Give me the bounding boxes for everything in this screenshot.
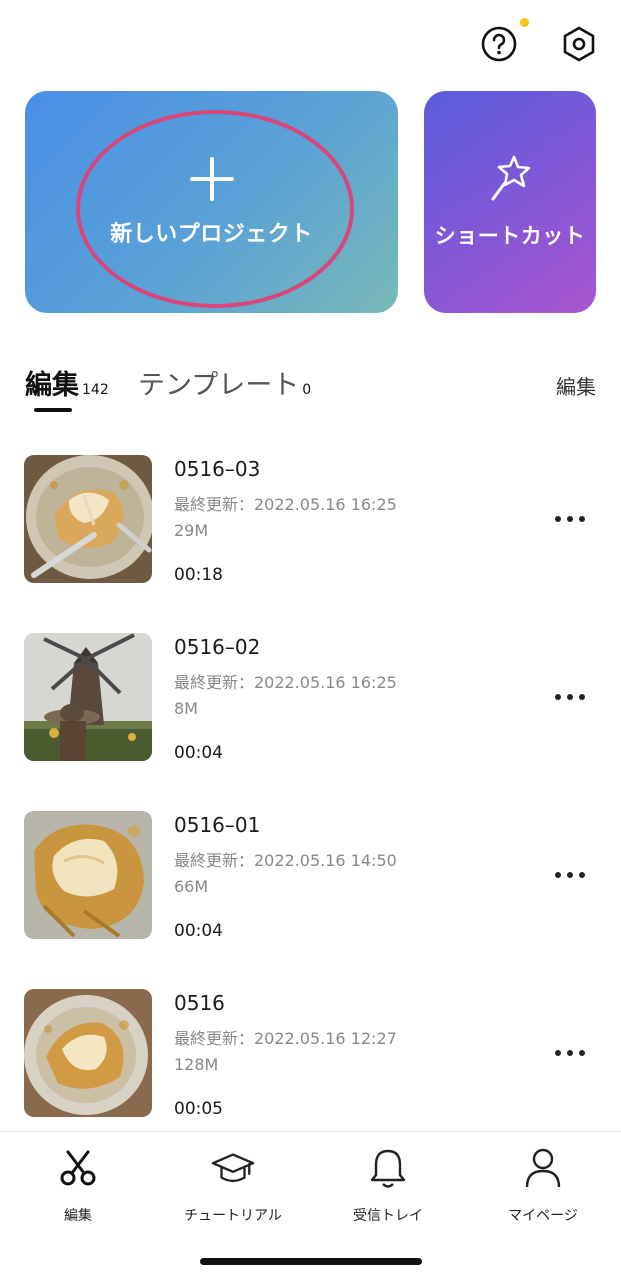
tab-edit[interactable]: 編集 142 xyxy=(25,363,109,402)
waffle-plate-photo xyxy=(24,989,152,1117)
top-bar xyxy=(479,18,599,64)
project-duration: 00:04 xyxy=(174,921,223,941)
new-project-button[interactable]: 新しいプロジェクト xyxy=(25,91,398,313)
waffle-fork-photo xyxy=(24,455,152,583)
nav-tutorial[interactable]: チュートリアル xyxy=(173,1146,293,1225)
help-button[interactable] xyxy=(479,18,529,64)
notification-dot xyxy=(520,18,529,27)
active-tab-indicator xyxy=(34,408,72,412)
nav-mypage[interactable]: マイページ xyxy=(483,1146,603,1225)
project-list: 0516–03 最終更新：2022.05.16 16:25 29M 00:18 … xyxy=(0,455,621,1167)
shortcut-label: ショートカット xyxy=(434,224,586,248)
project-thumbnail xyxy=(24,811,152,939)
project-tabs: 編集 142 テンプレート 0 編集 xyxy=(25,368,596,412)
tab-edit-label: 編集 xyxy=(25,370,79,401)
project-title: 0516–02 xyxy=(174,635,261,659)
nav-edit[interactable]: 編集 xyxy=(18,1146,138,1225)
tab-edit-count: 142 xyxy=(82,382,109,398)
person-icon xyxy=(525,1148,561,1188)
hexagon-gear-icon xyxy=(563,26,595,62)
tab-template-count: 0 xyxy=(302,382,312,398)
project-thumbnail xyxy=(24,989,152,1117)
nav-tutorial-label: チュートリアル xyxy=(184,1208,282,1224)
shortcut-button[interactable]: ショートカット xyxy=(424,91,596,313)
new-project-label: 新しいプロジェクト xyxy=(110,222,313,247)
project-updated: 最終更新：2022.05.16 16:25 xyxy=(174,673,397,692)
nav-inbox[interactable]: 受信トレイ xyxy=(328,1146,448,1225)
project-updated: 最終更新：2022.05.16 12:27 xyxy=(174,1029,397,1048)
plus-icon xyxy=(189,157,234,201)
edit-list-button[interactable]: 編集 xyxy=(556,371,596,400)
project-thumbnail xyxy=(24,455,152,583)
project-title: 0516 xyxy=(174,991,225,1015)
more-options-icon[interactable] xyxy=(555,687,585,707)
nav-edit-label: 編集 xyxy=(64,1208,92,1224)
scissors-icon xyxy=(60,1150,96,1186)
project-title: 0516–03 xyxy=(174,457,261,481)
home-indicator xyxy=(200,1258,422,1265)
more-options-icon[interactable] xyxy=(555,509,585,529)
graduation-cap-icon xyxy=(211,1153,255,1183)
project-item[interactable]: 0516–01 最終更新：2022.05.16 14:50 66M 00:04 xyxy=(0,811,621,989)
project-updated: 最終更新：2022.05.16 16:25 xyxy=(174,495,397,514)
question-circle-icon xyxy=(481,26,517,62)
settings-button[interactable] xyxy=(559,24,599,64)
windmill-photo xyxy=(24,633,152,761)
project-item[interactable]: 0516–03 最終更新：2022.05.16 16:25 29M 00:18 xyxy=(0,455,621,633)
project-duration: 00:05 xyxy=(174,1099,223,1119)
project-duration: 00:18 xyxy=(174,565,223,585)
project-updated: 最終更新：2022.05.16 14:50 xyxy=(174,851,397,870)
project-size: 8M xyxy=(174,699,198,718)
more-options-icon[interactable] xyxy=(555,865,585,885)
project-size: 66M xyxy=(174,877,209,896)
nav-inbox-label: 受信トレイ xyxy=(353,1208,423,1224)
tab-template[interactable]: テンプレート 0 xyxy=(138,363,311,402)
project-thumbnail xyxy=(24,633,152,761)
bell-icon xyxy=(370,1149,406,1188)
tab-template-label: テンプレート xyxy=(138,370,300,401)
project-title: 0516–01 xyxy=(174,813,261,837)
project-item[interactable]: 0516–02 最終更新：2022.05.16 16:25 8M 00:04 xyxy=(0,633,621,811)
project-size: 128M xyxy=(174,1055,219,1074)
nav-mypage-label: マイページ xyxy=(508,1208,578,1224)
project-duration: 00:04 xyxy=(174,743,223,763)
more-options-icon[interactable] xyxy=(555,1043,585,1063)
project-size: 29M xyxy=(174,521,209,540)
magic-wand-icon xyxy=(491,155,531,201)
waffle-closeup-photo xyxy=(24,811,152,939)
